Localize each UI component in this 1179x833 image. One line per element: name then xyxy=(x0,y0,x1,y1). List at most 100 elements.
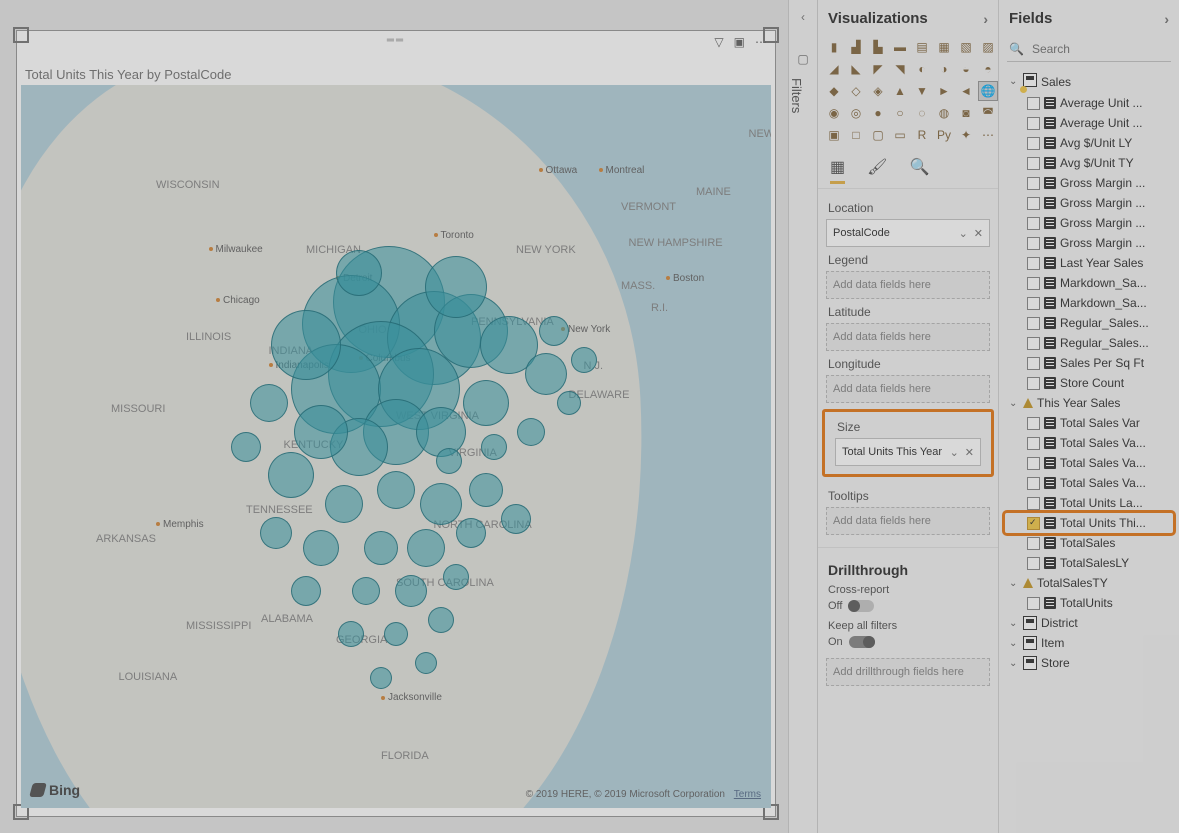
map-bubble[interactable] xyxy=(420,483,462,525)
viz-type-icon[interactable]: ▨ xyxy=(978,37,998,57)
field-item[interactable]: Avg $/Unit TY xyxy=(1005,153,1173,173)
field-item[interactable]: Store Count xyxy=(1005,373,1173,393)
viz-type-icon[interactable]: ▮ xyxy=(824,37,844,57)
remove-field-icon[interactable]: ✕ xyxy=(965,446,974,459)
field-item[interactable]: Gross Margin ... xyxy=(1005,213,1173,233)
viz-type-icon[interactable]: ▭ xyxy=(890,125,910,145)
map-bubble[interactable] xyxy=(525,353,567,395)
longitude-well[interactable]: Add data fields here xyxy=(826,375,990,403)
map-bubble[interactable] xyxy=(364,531,398,565)
field-item[interactable]: Gross Margin ... xyxy=(1005,173,1173,193)
viz-type-icon[interactable]: ▢ xyxy=(868,125,888,145)
field-item[interactable]: Regular_Sales... xyxy=(1005,313,1173,333)
map-bubble[interactable] xyxy=(303,530,339,566)
map-bubble[interactable] xyxy=(268,452,314,498)
map-bubble[interactable] xyxy=(571,347,597,373)
field-item[interactable]: Markdown_Sa... xyxy=(1005,273,1173,293)
viz-type-icon[interactable]: ◥ xyxy=(890,59,910,79)
viz-type-icon[interactable]: ◇ xyxy=(846,81,866,101)
collapse-chevron-icon[interactable]: ‹ xyxy=(789,10,817,24)
report-canvas[interactable]: ══ ▽ ▣ ⋯ Total Units This Year by Postal… xyxy=(0,0,788,833)
viz-type-icon[interactable]: ► xyxy=(934,81,954,101)
map-area[interactable]: WISCONSINMICHIGANILLINOISINDIANAOHIOPENN… xyxy=(21,85,771,808)
viz-type-icon[interactable]: ▦ xyxy=(934,37,954,57)
field-item[interactable]: Regular_Sales... xyxy=(1005,333,1173,353)
viz-type-icon[interactable]: ▤ xyxy=(912,37,932,57)
viz-type-icon[interactable]: ▲ xyxy=(890,81,910,101)
map-bubble[interactable] xyxy=(463,380,509,426)
table-store[interactable]: ⌄Store xyxy=(1005,653,1173,673)
map-bubble[interactable] xyxy=(294,405,348,459)
map-bubble[interactable] xyxy=(481,434,507,460)
map-bubble[interactable] xyxy=(539,316,569,346)
map-bubble[interactable] xyxy=(395,575,427,607)
table-sales[interactable]: ⌄Sales xyxy=(1005,70,1173,93)
viz-type-icon[interactable]: ◙ xyxy=(956,103,976,123)
latitude-well[interactable]: Add data fields here xyxy=(826,323,990,351)
hierarchy-this-year-sales[interactable]: ⌄This Year Sales xyxy=(1005,393,1173,413)
viz-type-icon[interactable]: □ xyxy=(846,125,866,145)
viz-type-icon[interactable]: ◒ xyxy=(956,59,976,79)
visual-drag-handle[interactable]: ══ xyxy=(387,35,405,46)
viz-type-icon[interactable]: ◚ xyxy=(978,103,998,123)
map-bubble[interactable] xyxy=(517,418,545,446)
field-item[interactable]: Total Units La... xyxy=(1005,493,1173,513)
map-bubble[interactable] xyxy=(352,577,380,605)
table-item[interactable]: ⌄Item xyxy=(1005,633,1173,653)
field-item[interactable]: Avg $/Unit LY xyxy=(1005,133,1173,153)
remove-field-icon[interactable]: ✕ xyxy=(974,227,983,240)
legend-well[interactable]: Add data fields here xyxy=(826,271,990,299)
viz-type-icon[interactable]: ◄ xyxy=(956,81,976,101)
bookmark-icon[interactable]: ▢ xyxy=(789,52,817,66)
viz-type-icon[interactable]: ▟ xyxy=(846,37,866,57)
field-item[interactable]: TotalUnits xyxy=(1005,593,1173,613)
viz-type-icon[interactable]: ◣ xyxy=(846,59,866,79)
field-item[interactable]: Total Sales Va... xyxy=(1005,433,1173,453)
viz-type-icon[interactable]: ◎ xyxy=(846,103,866,123)
viz-type-icon[interactable]: ◓ xyxy=(978,59,998,79)
map-bubble[interactable] xyxy=(557,391,581,415)
viz-type-icon[interactable]: ◌ xyxy=(912,103,932,123)
map-bubble[interactable] xyxy=(501,504,531,534)
viz-type-icon[interactable]: ◉ xyxy=(824,103,844,123)
viz-type-icon[interactable]: ◑ xyxy=(934,59,954,79)
map-bubble[interactable] xyxy=(469,473,503,507)
resize-handle-tl[interactable] xyxy=(13,27,29,43)
field-item[interactable]: Average Unit ... xyxy=(1005,113,1173,133)
more-options-icon[interactable]: ⋯ xyxy=(755,35,767,49)
map-bubble[interactable] xyxy=(456,518,486,548)
field-item[interactable]: Last Year Sales xyxy=(1005,253,1173,273)
size-well[interactable]: Total Units This Year ⌄✕ xyxy=(835,438,981,466)
filter-icon[interactable]: ▽ xyxy=(714,35,723,49)
viz-type-icon[interactable]: R xyxy=(912,125,932,145)
hierarchy-totalsalesty[interactable]: ⌄TotalSalesTY xyxy=(1005,573,1173,593)
viz-type-icon[interactable]: ⋯ xyxy=(978,125,998,145)
field-item[interactable]: Total Units Thi... xyxy=(1005,513,1173,533)
map-bubble[interactable] xyxy=(291,576,321,606)
table-district[interactable]: ⌄District xyxy=(1005,613,1173,633)
map-bubble[interactable] xyxy=(407,529,445,567)
fields-search[interactable]: 🔍 xyxy=(1007,37,1171,62)
map-bubble[interactable] xyxy=(336,250,382,296)
collapse-pane-icon[interactable]: › xyxy=(1164,11,1169,27)
field-item[interactable]: Total Sales Va... xyxy=(1005,473,1173,493)
viz-type-icon[interactable]: Py xyxy=(934,125,954,145)
map-bubble[interactable] xyxy=(425,256,487,318)
fields-tab-icon[interactable]: ▦ xyxy=(830,157,845,184)
viz-type-icon[interactable]: ● xyxy=(868,103,888,123)
drillthrough-well[interactable]: Add drillthrough fields here xyxy=(826,658,990,686)
analytics-tab-icon[interactable]: 🔍 xyxy=(909,157,929,184)
viz-type-icon[interactable]: ▬ xyxy=(890,37,910,57)
viz-type-icon[interactable]: ▧ xyxy=(956,37,976,57)
map-bubble[interactable] xyxy=(250,384,288,422)
field-item[interactable]: Average Unit ... xyxy=(1005,93,1173,113)
field-item[interactable]: Total Sales Var xyxy=(1005,413,1173,433)
search-input[interactable] xyxy=(1030,41,1179,57)
map-bubble[interactable] xyxy=(370,667,392,689)
map-bubble[interactable] xyxy=(377,471,415,509)
map-bubble[interactable] xyxy=(428,607,454,633)
viz-type-icon[interactable]: ◐ xyxy=(912,59,932,79)
map-bubble[interactable] xyxy=(415,652,437,674)
format-tab-icon[interactable]: 🖌 xyxy=(867,157,887,184)
viz-type-icon[interactable]: ▣ xyxy=(824,125,844,145)
